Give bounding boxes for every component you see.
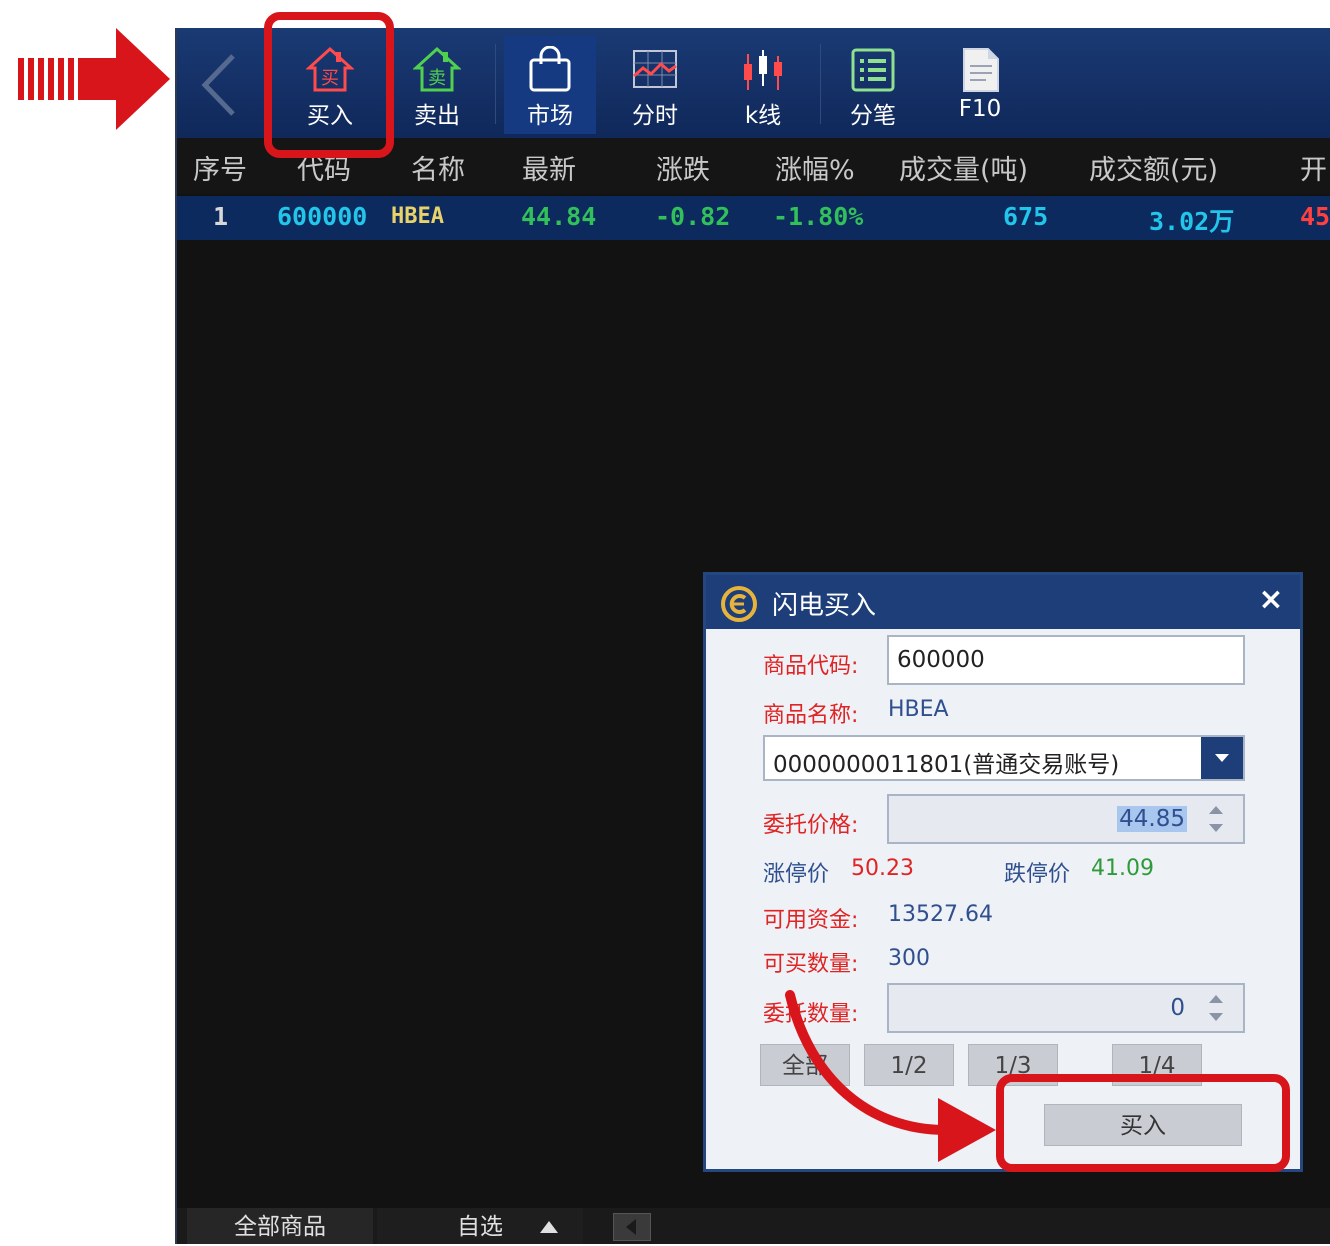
limit-down-label: 跌停价 (1004, 862, 1071, 887)
product-name-label: 商品名称: (763, 703, 859, 728)
dropdown-button[interactable] (1201, 737, 1243, 779)
timeshare-chart-icon (633, 50, 677, 88)
row-index: 1 (213, 202, 229, 231)
f10-button-label: F10 (958, 96, 1002, 122)
order-price-label: 委托价格: (763, 813, 859, 838)
account-select[interactable]: 0000000011801(普通交易账号) (763, 735, 1245, 781)
column-header-amount[interactable]: 成交额(元) (1089, 148, 1218, 187)
dialog-title: 闪电买入 (772, 591, 877, 621)
buyable-qty-value: 300 (888, 946, 930, 971)
limit-up-value: 50.23 (851, 856, 914, 881)
tick-detail-button-label: 分笔 (850, 103, 896, 129)
back-chevron-icon[interactable] (191, 50, 251, 120)
qty-spin-buttons[interactable] (1191, 985, 1243, 1031)
limit-down-value: 41.09 (1091, 856, 1154, 881)
bottom-tab-bar: 全部商品 自选 (177, 1208, 1330, 1244)
f10-button[interactable]: F10 (934, 36, 1026, 134)
kline-button[interactable]: k线 (717, 36, 809, 134)
svg-text:卖: 卖 (428, 68, 446, 89)
row-latest: 44.84 (521, 202, 597, 231)
sell-house-icon: 卖 (413, 46, 461, 92)
row-volume: 675 (1003, 202, 1049, 231)
candlestick-icon (744, 50, 782, 90)
price-spin-buttons[interactable] (1191, 796, 1243, 842)
timeshare-button-label: 分时 (632, 103, 678, 129)
stepper-up-icon[interactable] (1209, 806, 1223, 814)
row-name: HBEA (391, 204, 444, 229)
toolbar-divider (495, 44, 496, 124)
product-name-value: HBEA (888, 697, 949, 722)
tab-watchlist-label: 自选 (457, 1214, 503, 1240)
dialog-titlebar: 闪电买入 × (706, 575, 1300, 629)
order-qty-value: 0 (1170, 995, 1185, 1021)
highlight-submit-button (996, 1074, 1290, 1172)
row-code: 600000 (277, 202, 368, 231)
market-button-label: 市场 (527, 103, 573, 129)
market-bag-icon (529, 46, 571, 92)
limit-up-label: 涨停价 (763, 862, 830, 887)
stepper-up-icon[interactable] (1209, 995, 1223, 1003)
order-price-stepper[interactable]: 44.85 (887, 794, 1245, 844)
column-header-name[interactable]: 名称 (411, 148, 465, 187)
available-funds-label: 可用资金: (763, 908, 859, 933)
stepper-down-icon[interactable] (1209, 824, 1223, 832)
row-change-pct: -1.80% (773, 202, 864, 231)
row-open: 45 (1300, 202, 1330, 231)
available-funds-value: 13527.64 (888, 902, 993, 927)
annotation-arrow-left (18, 28, 170, 130)
chevron-down-icon (1215, 754, 1229, 762)
tick-list-icon (851, 48, 895, 92)
column-header-change[interactable]: 涨跌 (656, 148, 710, 187)
column-header-latest[interactable]: 最新 (522, 148, 576, 187)
tab-all-products[interactable]: 全部商品 (187, 1208, 373, 1244)
highlight-buy-toolbar (264, 12, 394, 158)
kline-button-label: k线 (744, 103, 782, 129)
toolbar-divider (820, 44, 821, 124)
table-row[interactable]: 1 600000 HBEA 44.84 -0.82 -1.80% 675 3.0… (177, 196, 1330, 240)
close-icon[interactable]: × (1254, 583, 1288, 617)
product-code-input[interactable]: 600000 (887, 635, 1245, 685)
buyable-qty-label: 可买数量: (763, 952, 859, 977)
sell-button[interactable]: 卖 卖出 (391, 36, 483, 134)
product-code-label: 商品代码: (763, 654, 859, 679)
caret-left-icon (626, 1219, 636, 1235)
column-header-index[interactable]: 序号 (193, 148, 247, 187)
tick-detail-button[interactable]: 分笔 (827, 36, 919, 134)
caret-up-icon[interactable] (539, 1220, 559, 1234)
annotation-curved-arrow (785, 990, 996, 1162)
sell-button-label: 卖出 (414, 103, 460, 129)
row-amount: 3.02万 (1149, 207, 1235, 236)
app-logo-icon (721, 586, 757, 622)
stepper-down-icon[interactable] (1209, 1013, 1223, 1021)
column-header-volume[interactable]: 成交量(吨) (899, 148, 1028, 187)
account-select-value: 0000000011801(普通交易账号) (773, 752, 1120, 778)
timeshare-button[interactable]: 分时 (609, 36, 701, 134)
row-change: -0.82 (655, 202, 731, 231)
scroll-left-button[interactable] (613, 1213, 651, 1241)
document-icon (963, 48, 999, 92)
column-header-open[interactable]: 开 (1300, 148, 1327, 187)
order-price-value: 44.85 (1117, 806, 1187, 832)
market-button[interactable]: 市场 (504, 36, 596, 134)
column-header-change-pct[interactable]: 涨幅% (775, 148, 855, 187)
